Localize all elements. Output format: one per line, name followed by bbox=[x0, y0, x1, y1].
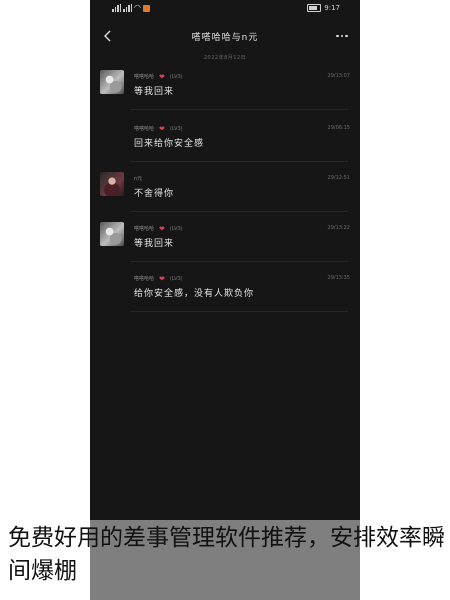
message-row[interactable]: 嗒嗒哈哈 ❤ (LV3) 29/06:15 回来给你安全感 bbox=[90, 122, 360, 162]
date-divider: 2022年8月12日 bbox=[203, 55, 247, 61]
heart-icon: ❤ bbox=[159, 124, 165, 133]
status-time: 9:17 bbox=[324, 4, 340, 12]
message-separator bbox=[130, 211, 348, 212]
status-icons: ◠ bbox=[112, 4, 150, 12]
back-button[interactable] bbox=[96, 24, 120, 48]
heart-icon: ❤ bbox=[159, 224, 165, 233]
message-text: 等我回来 bbox=[134, 87, 175, 97]
message-row[interactable]: 嗒嗒哈哈 ❤ (LV3) 29/13:22 等我回来 bbox=[90, 222, 360, 262]
battery-icon bbox=[307, 4, 322, 12]
avatar[interactable] bbox=[100, 70, 124, 94]
message-separator bbox=[130, 311, 348, 312]
wifi-icon: ◠ bbox=[134, 3, 141, 12]
sender-row: 嗒嗒哈哈 ❤ (LV3) bbox=[134, 225, 183, 232]
message-time: 29/13:07 bbox=[327, 73, 350, 79]
message-time: 29/13:35 bbox=[327, 275, 350, 281]
more-button[interactable] bbox=[330, 24, 354, 48]
signal-icon-2 bbox=[123, 4, 132, 12]
avatar[interactable] bbox=[100, 222, 124, 246]
more-dots-icon bbox=[336, 34, 339, 38]
sender-row: 嗒嗒哈哈 ❤ (LV3) bbox=[134, 275, 183, 282]
battery-fill bbox=[309, 6, 318, 10]
sender-name: 嗒嗒哈哈 bbox=[134, 276, 155, 282]
sender-level: (LV3) bbox=[169, 275, 183, 282]
message-text: 回来给你安全感 bbox=[134, 139, 205, 149]
notification-icon bbox=[142, 4, 150, 12]
nav-bar: 嗒嗒哈哈与n元 bbox=[90, 20, 360, 52]
sender-name: 嗒嗒哈哈 bbox=[134, 226, 155, 232]
caption-text: 免费好用的差事管理软件推荐，安排效率瞬间爆棚 bbox=[8, 525, 445, 584]
avatar[interactable] bbox=[100, 172, 124, 196]
sender-level: (LV3) bbox=[169, 225, 183, 232]
message-time: 29/13:22 bbox=[327, 225, 350, 231]
sender-name: 嗒嗒哈哈 bbox=[134, 74, 155, 80]
sender-name: n元 bbox=[134, 176, 143, 182]
message-separator bbox=[130, 261, 348, 262]
message-text: 给你安全感，没有人欺负你 bbox=[134, 289, 255, 299]
message-row[interactable]: n元 29/12:51 不舍得你 bbox=[90, 172, 360, 212]
chat-screen: ◠ 9:17 嗒嗒哈哈与n元 2022年8月12日 嗒嗒哈哈 ❤ (LV3) 29/1… bbox=[90, 0, 360, 600]
status-bar: ◠ 9:17 bbox=[90, 0, 360, 20]
signal-icon bbox=[112, 4, 121, 12]
message-time: 29/12:51 bbox=[327, 175, 350, 181]
heart-icon: ❤ bbox=[159, 72, 165, 81]
message-separator bbox=[130, 109, 348, 110]
sender-level: (LV3) bbox=[169, 125, 183, 132]
message-separator bbox=[130, 161, 348, 162]
sender-name: 嗒嗒哈哈 bbox=[134, 126, 155, 132]
message-row[interactable]: 嗒嗒哈哈 ❤ (LV3) 29/13:35 给你安全感，没有人欺负你 bbox=[90, 272, 360, 312]
sender-row: 嗒嗒哈哈 ❤ (LV3) bbox=[134, 73, 183, 80]
chevron-left-icon bbox=[104, 30, 111, 42]
message-text: 等我回来 bbox=[134, 239, 175, 249]
message-time: 29/06:15 bbox=[327, 125, 350, 131]
status-right: 9:17 bbox=[307, 4, 340, 12]
sender-level: (LV3) bbox=[169, 73, 183, 80]
message-text: 不舍得你 bbox=[134, 189, 175, 199]
message-row[interactable]: 嗒嗒哈哈 ❤ (LV3) 29/13:07 等我回来 bbox=[90, 70, 360, 110]
sender-row: n元 bbox=[134, 175, 142, 182]
sender-row: 嗒嗒哈哈 ❤ (LV3) bbox=[134, 125, 183, 132]
chat-title: 嗒嗒哈哈与n元 bbox=[191, 33, 259, 43]
heart-icon: ❤ bbox=[159, 274, 165, 283]
